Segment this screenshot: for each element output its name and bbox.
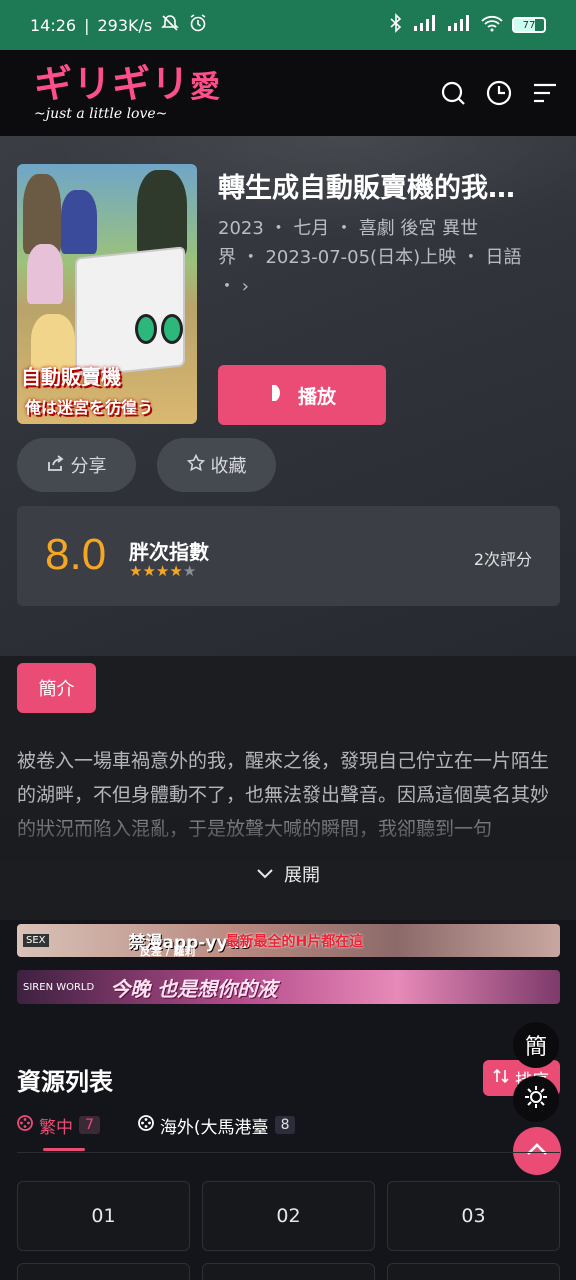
rating-stars: ★★★★★ <box>129 562 196 580</box>
episode-button[interactable]: 03 <box>387 1181 560 1251</box>
play-icon <box>268 383 288 408</box>
favorite-label: 收藏 <box>210 456 247 477</box>
banner-badge: SEX <box>23 934 49 947</box>
episode-grid: 01 02 03 04 05 06 <box>17 1181 560 1280</box>
ad-banner[interactable]: SIREN WORLD 今晚 也是想你的液 <box>17 970 560 1004</box>
tabs-divider <box>17 1152 560 1153</box>
status-bar: 14:26 | 293K/s 77 <box>0 0 576 50</box>
episode-button[interactable]: 05 <box>202 1263 375 1280</box>
intro-tag: 簡介 <box>17 663 96 713</box>
tab-label: 繁中 <box>39 1117 73 1138</box>
star-filled-icon: ★ <box>142 562 156 580</box>
meta-more-link[interactable]: ・ › <box>218 272 548 301</box>
play-label: 播放 <box>297 385 336 408</box>
poster-title-text: 自動販賣機 <box>21 365 121 389</box>
banner-logo: SIREN WORLD <box>23 981 95 993</box>
signal-icon <box>412 14 438 36</box>
episode-button[interactable]: 06 <box>387 1263 560 1280</box>
chevron-down-icon <box>256 864 274 885</box>
banner-slogan: 最新最全的H片都在這 <box>225 933 364 950</box>
poster-figure <box>27 244 63 304</box>
history-clock-icon[interactable] <box>486 80 512 106</box>
banner-title: 今晚 也是想你的液 <box>110 976 278 1001</box>
tab-count-badge: 8 <box>274 1116 296 1134</box>
resource-list-title: 資源列表 <box>17 1068 113 1096</box>
alarm-icon <box>188 13 208 37</box>
star-filled-icon: ★ <box>129 562 143 580</box>
tab-label: 海外(大馬港臺 <box>159 1117 269 1138</box>
status-network-speed: 293K/s <box>97 15 153 35</box>
share-button[interactable]: 分享 <box>17 438 136 492</box>
star-outline-icon <box>186 453 205 477</box>
anime-title: 轉生成自動販賣機的我… <box>218 173 515 204</box>
expand-button[interactable]: 展開 <box>0 856 576 892</box>
banner-subtitle: 反差 / 蘿莉 <box>139 944 196 958</box>
scroll-top-button[interactable] <box>513 1127 561 1175</box>
status-time: 14:26 <box>30 15 77 35</box>
poster-vending-machine <box>75 246 185 378</box>
play-button[interactable]: 播放 <box>218 365 386 425</box>
rating-count: 2次評分 <box>473 550 532 569</box>
synopsis-fade <box>0 800 576 860</box>
rating-label: 胖次指數 <box>129 540 209 564</box>
episode-button[interactable]: 01 <box>17 1181 190 1251</box>
logo-tagline: ~just a little love~ <box>34 106 168 122</box>
tab-count-badge: 7 <box>79 1116 100 1134</box>
film-reel-icon <box>138 1114 154 1136</box>
site-logo[interactable]: ギリギリ愛 ~just a little love~ <box>34 64 221 122</box>
anime-meta: 2023 ・ 七月 ・ 喜劇 後宮 異世 界 ・ 2023-07-05(日本)上… <box>218 214 548 301</box>
film-reel-icon <box>17 1114 33 1136</box>
poster-eye <box>135 314 157 344</box>
search-icon[interactable] <box>440 80 466 106</box>
ad-banner[interactable]: SEX 禁漫app-yyds 反差 / 蘿莉 最新最全的H片都在這 <box>17 924 560 957</box>
share-icon <box>47 454 65 477</box>
poster-figure <box>23 174 61 254</box>
logo-main-text: ギリギリ愛 <box>34 62 222 106</box>
language-toggle-button[interactable]: 簡 <box>513 1022 559 1068</box>
sun-icon <box>524 1085 548 1113</box>
poster-subtitle-text: 俺は迷宮を彷徨う <box>25 398 154 417</box>
bluetooth-icon <box>388 13 404 37</box>
poster-eye <box>161 314 183 344</box>
poster-figure <box>137 170 187 256</box>
chevron-up-icon <box>525 1141 549 1161</box>
signal-icon-2 <box>446 14 472 36</box>
favorite-button[interactable]: 收藏 <box>157 438 276 492</box>
top-navigation: ギリギリ愛 ~just a little love~ <box>0 50 576 136</box>
share-label: 分享 <box>70 456 107 477</box>
sort-icon <box>493 1068 509 1089</box>
expand-label: 展開 <box>284 865 320 886</box>
star-filled-icon: ★ <box>155 562 170 580</box>
poster-figure <box>61 190 97 254</box>
tab-source-2[interactable]: 海外(大馬港臺 8 <box>138 1110 296 1140</box>
tab-source-1[interactable]: 繁中 7 <box>17 1110 100 1140</box>
anime-poster[interactable]: 自動販賣機 俺は迷宮を彷徨う <box>17 164 197 424</box>
star-filled-icon: ★ <box>169 562 183 580</box>
rating-score: 8.0 <box>45 530 107 579</box>
mute-bell-icon <box>160 13 180 37</box>
star-empty-icon: ★ <box>182 562 197 580</box>
meta-line: 界 ・ 2023-07-05(日本)上映 ・ 日語 <box>218 247 522 268</box>
meta-line: 2023 ・ 七月 ・ 喜劇 後宮 異世 <box>218 218 479 239</box>
episode-button[interactable]: 04 <box>17 1263 190 1280</box>
status-divider: | <box>84 15 90 35</box>
rating-card: 8.0 胖次指數 ★★★★★ 2次評分 <box>17 506 560 606</box>
battery-icon: 77 <box>512 17 546 33</box>
theme-toggle-button[interactable] <box>513 1076 559 1122</box>
wifi-icon <box>480 14 504 36</box>
episode-button[interactable]: 02 <box>202 1181 375 1251</box>
active-tab-indicator <box>43 1148 85 1151</box>
source-tabs: 繁中 7 海外(大馬港臺 8 <box>17 1110 296 1140</box>
menu-icon[interactable] <box>532 80 558 106</box>
